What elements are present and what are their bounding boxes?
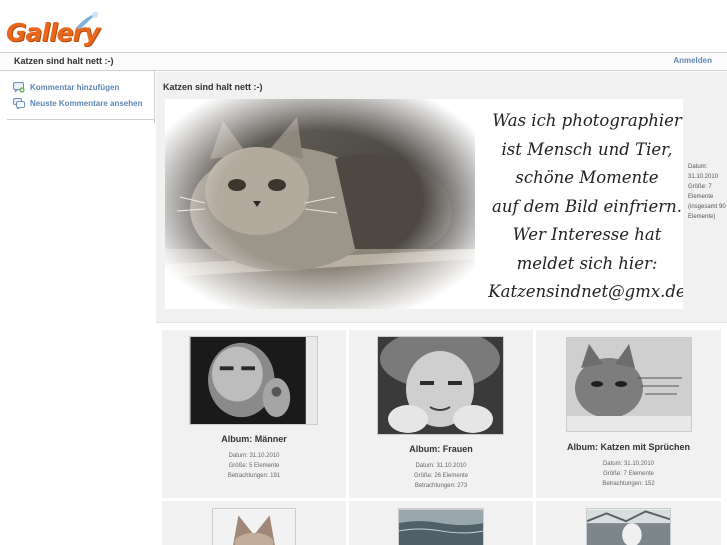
album-cell-frauen: Album: Frauen Datum: 31.10.2010 Größe: 2… xyxy=(349,330,533,498)
banner-line: ist Mensch und Tier, xyxy=(501,139,673,159)
album-panel: Katzen sind halt nett :-) Was ich photog… xyxy=(156,72,727,323)
album-date: Datum: 31.10.2010 xyxy=(688,164,719,180)
album-thumbnail[interactable] xyxy=(377,336,504,435)
album-banner-image[interactable]: Was ich photographier ist Mensch und Tie… xyxy=(165,99,683,309)
album-cell-views: Betrachtungen: 273 xyxy=(414,483,468,489)
album-cell-title[interactable]: Album: Männer xyxy=(162,434,346,444)
sidebar: Kommentar hinzufügen Neuste Kommentare a… xyxy=(7,78,155,120)
album-cell-views: Betrachtungen: 152 xyxy=(602,481,655,487)
view-comments-icon xyxy=(13,98,25,109)
cat-photo-thumb xyxy=(213,509,295,545)
add-comment-icon xyxy=(13,82,25,93)
album-cell-meta: Datum: 31.10.2010 Größe: 7 Elemente Betr… xyxy=(536,459,721,489)
banner-line: schöne Momente xyxy=(515,168,659,187)
album-title: Katzen sind halt nett :-) xyxy=(163,82,263,92)
logo-swoosh-icon xyxy=(76,12,98,29)
album-meta: Datum: 31.10.2010 Größe: 7 Elemente (ins… xyxy=(688,162,726,222)
album-total: (insgesamt 90 Elemente) xyxy=(688,204,726,220)
album-cell-size: Größe: 26 Elemente xyxy=(413,473,469,479)
cat-photo xyxy=(165,99,475,309)
sidebar-item-label: Kommentar hinzufügen xyxy=(30,83,120,92)
banner-line: auf dem Bild einfriern. xyxy=(492,196,682,216)
album-cell-size: Größe: 5 Elemente xyxy=(228,463,280,469)
album-cell-meta: Datum: 31.10.2010 Größe: 5 Elemente Betr… xyxy=(162,451,346,481)
album-cell-row2-1 xyxy=(162,501,346,545)
banner-line: Wer Interesse hat xyxy=(512,225,662,244)
banner-poem: Was ich photographier ist Mensch und Tie… xyxy=(487,107,683,307)
album-cell-views: Betrachtungen: 191 xyxy=(227,473,281,479)
album-cell-date: Datum: 31.10.2010 xyxy=(415,463,467,469)
men-photo xyxy=(190,337,317,424)
album-cell-title[interactable]: Album: Katzen mit Sprüchen xyxy=(536,442,721,452)
album-thumbnail[interactable] xyxy=(398,508,484,545)
cat-quote-photo xyxy=(567,338,691,431)
sidebar-item-view-comments[interactable]: Neuste Kommentare ansehen xyxy=(13,97,142,110)
album-cell-size: Größe: 7 Elemente xyxy=(603,471,654,477)
breadcrumb-bar: Katzen sind halt nett :-) Anmelden xyxy=(0,52,727,71)
winter-photo-thumb xyxy=(587,509,670,545)
album-size: Größe: 7 Elemente xyxy=(688,184,714,200)
banner-line: meldet sich hier: xyxy=(516,253,658,273)
album-cell-meta: Datum: 31.10.2010 Größe: 26 Elemente Bet… xyxy=(349,461,533,491)
woman-photo xyxy=(378,337,503,434)
breadcrumb-title: Katzen sind halt nett :-) xyxy=(14,56,114,66)
album-thumbnail[interactable] xyxy=(212,508,296,545)
sidebar-item-add-comment[interactable]: Kommentar hinzufügen xyxy=(13,81,119,94)
album-cell-row2-3 xyxy=(536,501,721,545)
login-link[interactable]: Anmelden xyxy=(673,56,712,65)
album-cell-date: Datum: 31.10.2010 xyxy=(228,453,280,459)
sidebar-divider xyxy=(154,71,155,123)
album-cell-katzen-sprueche: Album: Katzen mit Sprüchen Datum: 31.10.… xyxy=(536,330,721,498)
album-thumbnail[interactable] xyxy=(566,337,692,432)
album-cell-row2-2 xyxy=(349,501,533,545)
album-cell-date: Datum: 31.10.2010 xyxy=(602,461,655,467)
sea-photo-thumb xyxy=(399,509,483,545)
album-thumbnail[interactable] xyxy=(586,508,671,545)
album-cell-title[interactable]: Album: Frauen xyxy=(349,444,533,454)
sidebar-item-label: Neuste Kommentare ansehen xyxy=(30,99,143,108)
banner-line: Katzensindnet@gmx.de xyxy=(488,282,683,301)
album-cell-maenner: Album: Männer Datum: 31.10.2010 Größe: 5… xyxy=(162,330,346,498)
album-thumbnail[interactable] xyxy=(189,336,318,425)
album-grid: Album: Männer Datum: 31.10.2010 Größe: 5… xyxy=(162,330,721,545)
gallery-logo[interactable]: Gallery xyxy=(6,8,100,48)
banner-line: Was ich photographier xyxy=(492,111,682,130)
